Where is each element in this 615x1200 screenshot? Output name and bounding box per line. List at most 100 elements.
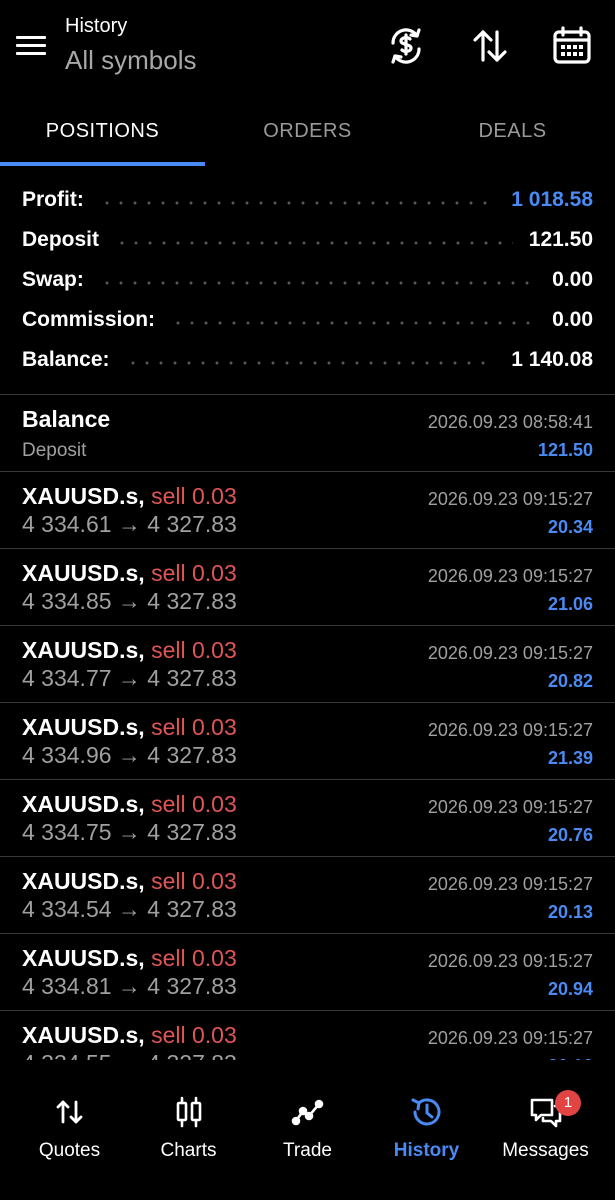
summary-row-swap: Swap: 0.00 — [0, 260, 615, 300]
sort-icon[interactable] — [470, 24, 510, 68]
position-profit: 20.76 — [547, 825, 593, 845]
entry-subtitle: Deposit — [22, 440, 87, 461]
position-prices: 4 334.54 → 4 327.83 — [22, 896, 237, 922]
history-clock-icon — [411, 1098, 440, 1126]
position-date: 2026.09.23 09:15:27 — [427, 489, 593, 509]
nav-label: Messages — [502, 1140, 589, 1161]
position-prices: 4 334.55 → 4 327.83 — [22, 1050, 237, 1060]
summary-row-commission: Commission: 0.00 — [0, 300, 615, 340]
position-profit: 20.94 — [547, 979, 593, 999]
quotes-arrows-icon — [56, 1100, 82, 1124]
position-symbol: XAUUSD.s, — [22, 1022, 145, 1048]
position-row[interactable]: XAUUSD.s, sell 0.03 4 334.54 → 4 327.83 20… — [0, 856, 615, 933]
tab-deals[interactable]: DEALS — [410, 100, 615, 162]
balance-value: 1 140.08 — [511, 348, 593, 371]
position-symbol: XAUUSD.s, — [22, 483, 145, 509]
position-row[interactable]: XAUUSD.s, sell 0.03 4 334.81 → 4 327.83 20… — [0, 933, 615, 1010]
position-symbol: XAUUSD.s, — [22, 945, 145, 971]
position-row[interactable]: XAUUSD.s, sell 0.03 4 334.96 → 4 327.83 20… — [0, 702, 615, 779]
commission-value: 0.00 — [552, 308, 593, 331]
position-side: sell 0.03 — [151, 483, 237, 509]
position-prices: 4 334.81 → 4 327.83 — [22, 973, 237, 999]
position-side: sell 0.03 — [151, 637, 237, 663]
entry-amount: 121.50 — [537, 440, 593, 460]
profit-value: 1 018.58 — [511, 188, 593, 211]
position-title: XAUUSD.s, sell 0.03 — [22, 868, 237, 895]
commission-label: Commission: — [22, 308, 156, 331]
balance-label: Balance: — [22, 348, 110, 371]
balance-entry[interactable]: Balance Deposit 2026.09.23 08:58:41 121.… — [0, 394, 615, 471]
position-title: XAUUSD.s, sell 0.03 — [22, 560, 237, 587]
nav-charts[interactable]: Charts — [127, 1090, 250, 1170]
nav-label: Trade — [283, 1140, 332, 1161]
bottom-navigation: Quotes Charts Trade History 1 Messages — [0, 1072, 615, 1200]
tab-orders[interactable]: ORDERS — [205, 100, 410, 162]
position-date: 2026.09.23 09:15:27 — [427, 1028, 593, 1048]
nav-messages[interactable]: 1 Messages — [484, 1090, 607, 1170]
symbol-filter[interactable]: All symbols — [65, 45, 196, 76]
position-profit: 20.82 — [547, 671, 593, 691]
position-prices: 4 334.61 → 4 327.83 — [22, 511, 237, 537]
position-date: 2026.09.23 09:15:27 — [427, 720, 593, 740]
app-header: History All symbols — [0, 0, 615, 95]
trend-line-icon — [291, 1099, 323, 1126]
position-row[interactable]: XAUUSD.s, sell 0.03 4 334.77 → 4 327.83 20… — [0, 625, 615, 702]
profit-label: Profit: — [22, 188, 84, 211]
menu-icon[interactable] — [14, 30, 50, 62]
position-symbol: XAUUSD.s, — [22, 637, 145, 663]
position-side: sell 0.03 — [151, 791, 237, 817]
tab-positions[interactable]: POSITIONS — [0, 100, 205, 162]
position-side: sell 0.03 — [151, 560, 237, 586]
position-title: XAUUSD.s, sell 0.03 — [22, 945, 237, 972]
position-prices: 4 334.96 → 4 327.83 — [22, 742, 237, 768]
position-side: sell 0.03 — [151, 868, 237, 894]
page-title: History — [65, 15, 128, 37]
active-tab-indicator — [0, 162, 205, 166]
position-profit: 20.13 — [547, 902, 593, 922]
position-side: sell 0.03 — [151, 1022, 237, 1048]
dotted-leader — [99, 281, 537, 285]
position-row[interactable]: XAUUSD.s, sell 0.03 4 334.85 → 4 327.83 20… — [0, 548, 615, 625]
position-symbol: XAUUSD.s, — [22, 714, 145, 740]
position-date: 2026.09.23 09:15:27 — [427, 874, 593, 894]
position-row[interactable]: XAUUSD.s, sell 0.03 4 334.75 → 4 327.83 20… — [0, 779, 615, 856]
positions-container: XAUUSD.s, sell 0.03 4 334.61 → 4 327.83 20… — [0, 471, 615, 1060]
summary-row-profit: Profit: 1 018.58 — [0, 180, 615, 220]
position-prices: 4 334.85 → 4 327.83 — [22, 588, 237, 614]
position-profit: 21.06 — [547, 594, 593, 614]
calendar-icon[interactable] — [552, 24, 592, 68]
position-profit: 20.34 — [547, 517, 593, 537]
summary-row-balance: Balance: 1 140.08 — [0, 340, 615, 380]
currency-exchange-icon[interactable] — [386, 24, 426, 68]
nav-label: Charts — [160, 1140, 217, 1161]
position-profit: 20.16 — [548, 1056, 593, 1060]
position-row[interactable]: XAUUSD.s, sell 0.03 4 334.61 → 4 327.83 20… — [0, 471, 615, 548]
nav-trade[interactable]: Trade — [246, 1090, 369, 1170]
position-date: 2026.09.23 09:15:27 — [427, 797, 593, 817]
position-side: sell 0.03 — [151, 945, 237, 971]
unread-badge: 1 — [555, 1090, 581, 1116]
position-row[interactable]: XAUUSD.s, sell 0.034 334.55 → 4 327.8320… — [0, 1010, 615, 1060]
nav-quotes[interactable]: Quotes — [8, 1090, 131, 1170]
position-date: 2026.09.23 09:15:27 — [427, 566, 593, 586]
position-symbol: XAUUSD.s, — [22, 560, 145, 586]
position-side: sell 0.03 — [151, 714, 237, 740]
position-title: XAUUSD.s, sell 0.03 — [22, 637, 237, 664]
entry-title: Balance — [22, 406, 111, 432]
history-list[interactable]: Balance Deposit 2026.09.23 08:58:41 121.… — [0, 394, 615, 1060]
position-title: XAUUSD.s, sell 0.03 — [22, 791, 237, 818]
position-title: XAUUSD.s, sell 0.03 — [22, 714, 237, 741]
swap-value: 0.00 — [552, 268, 593, 291]
position-title: XAUUSD.s, sell 0.03 — [22, 483, 237, 510]
dotted-leader — [99, 201, 496, 205]
nav-history[interactable]: History — [365, 1090, 488, 1170]
position-prices: 4 334.75 → 4 327.83 — [22, 819, 237, 845]
position-title: XAUUSD.s, sell 0.03 — [22, 1022, 237, 1049]
candlestick-icon — [176, 1096, 201, 1128]
position-date: 2026.09.23 09:15:27 — [427, 951, 593, 971]
dotted-leader — [115, 241, 513, 245]
swap-label: Swap: — [22, 268, 84, 291]
position-prices: 4 334.77 → 4 327.83 — [22, 665, 237, 691]
summary-row-deposit: Deposit 121.50 — [0, 220, 615, 260]
deposit-label: Deposit — [22, 228, 100, 251]
